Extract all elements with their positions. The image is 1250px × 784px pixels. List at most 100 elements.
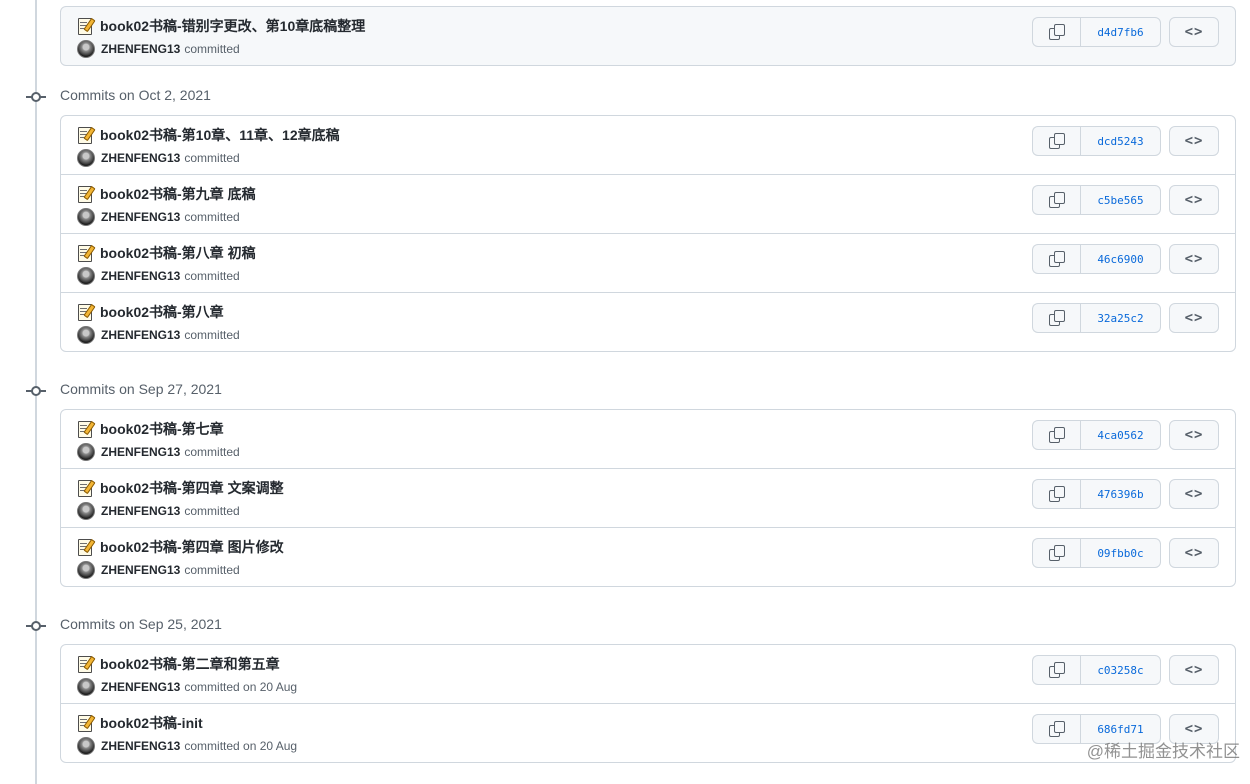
commit-sha-link[interactable]: c5be565 (1080, 185, 1161, 215)
commit-title-link[interactable]: book02书稿-init (100, 713, 203, 733)
author-avatar[interactable] (77, 737, 95, 755)
author-link[interactable]: ZHENFENG13 (101, 739, 180, 753)
committed-time: committed (184, 151, 240, 165)
code-icon: <> (1184, 721, 1204, 737)
commit-sha-link[interactable]: 09fbb0c (1080, 538, 1161, 568)
git-commit-icon (26, 383, 46, 399)
committed-time: committed (184, 504, 240, 518)
commit-group-date: Commits on Sep 27, 2021 (60, 381, 222, 397)
browse-repo-button[interactable]: <> (1169, 185, 1219, 215)
copy-sha-button[interactable] (1032, 420, 1080, 450)
committed-time: committed (184, 269, 240, 283)
commit-sha-link[interactable]: 32a25c2 (1080, 303, 1161, 333)
git-commit-icon (26, 89, 46, 105)
committed-time: committed on 20 Aug (184, 680, 298, 694)
copy-icon (1048, 251, 1065, 267)
author-avatar[interactable] (77, 678, 95, 696)
author-avatar[interactable] (77, 561, 95, 579)
author-avatar[interactable] (77, 267, 95, 285)
committed-time: committed (184, 210, 240, 224)
commit-title-link[interactable]: book02书稿-错别字更改、第10章底稿整理 (100, 16, 365, 36)
copy-icon (1048, 310, 1065, 326)
copy-icon (1048, 486, 1065, 502)
sha-button-group: c03258c (1032, 655, 1161, 685)
author-link[interactable]: ZHENFENG13 (101, 445, 180, 459)
author-link[interactable]: ZHENFENG13 (101, 42, 180, 56)
author-link[interactable]: ZHENFENG13 (101, 680, 180, 694)
committed-time: committed (184, 445, 240, 459)
copy-sha-button[interactable] (1032, 185, 1080, 215)
commit-sha-link[interactable]: c03258c (1080, 655, 1161, 685)
code-icon: <> (1184, 486, 1204, 502)
author-link[interactable]: ZHENFENG13 (101, 504, 180, 518)
sha-button-group: 4ca0562 (1032, 420, 1161, 450)
sha-button-group: 09fbb0c (1032, 538, 1161, 568)
sha-button-group: dcd5243 (1032, 126, 1161, 156)
commit-title-link[interactable]: book02书稿-第四章 图片修改 (100, 537, 284, 557)
code-icon: <> (1184, 192, 1204, 208)
commit-sha-link[interactable]: 46c6900 (1080, 244, 1161, 274)
commit-row: book02书稿-第九章 底稿 ZHENFENG13 committed c5b… (61, 174, 1235, 233)
memo-icon (77, 303, 96, 321)
copy-sha-button[interactable] (1032, 303, 1080, 333)
code-icon: <> (1184, 251, 1204, 267)
sha-button-group: 32a25c2 (1032, 303, 1161, 333)
author-link[interactable]: ZHENFENG13 (101, 210, 180, 224)
browse-repo-button[interactable]: <> (1169, 479, 1219, 509)
sha-button-group: d4d7fb6 (1032, 17, 1161, 47)
commit-list-box: book02书稿-第二章和第五章 ZHENFENG13 committed on… (60, 644, 1236, 763)
memo-icon (77, 185, 96, 203)
commit-title-link[interactable]: book02书稿-第八章 初稿 (100, 243, 256, 263)
commit-list-box: book02书稿-错别字更改、第10章底稿整理 ZHENFENG13 commi… (60, 6, 1236, 66)
browse-repo-button[interactable]: <> (1169, 420, 1219, 450)
code-icon: <> (1184, 310, 1204, 326)
commit-sha-link[interactable]: d4d7fb6 (1080, 17, 1161, 47)
author-avatar[interactable] (77, 502, 95, 520)
author-avatar[interactable] (77, 149, 95, 167)
copy-icon (1048, 427, 1065, 443)
copy-sha-button[interactable] (1032, 126, 1080, 156)
copy-sha-button[interactable] (1032, 17, 1080, 47)
copy-sha-button[interactable] (1032, 244, 1080, 274)
browse-repo-button[interactable]: <> (1169, 303, 1219, 333)
author-link[interactable]: ZHENFENG13 (101, 563, 180, 577)
commit-title-link[interactable]: book02书稿-第九章 底稿 (100, 184, 256, 204)
copy-sha-button[interactable] (1032, 479, 1080, 509)
author-avatar[interactable] (77, 326, 95, 344)
author-avatar[interactable] (77, 208, 95, 226)
browse-repo-button[interactable]: <> (1169, 655, 1219, 685)
commit-row: book02书稿-init ZHENFENG13 committed on 20… (61, 703, 1235, 762)
author-link[interactable]: ZHENFENG13 (101, 269, 180, 283)
browse-repo-button[interactable]: <> (1169, 126, 1219, 156)
copy-sha-button[interactable] (1032, 714, 1080, 744)
commit-row: book02书稿-第10章、11章、12章底稿 ZHENFENG13 commi… (61, 116, 1235, 174)
author-avatar[interactable] (77, 443, 95, 461)
commit-title-link[interactable]: book02书稿-第二章和第五章 (100, 654, 280, 674)
copy-icon (1048, 662, 1065, 678)
code-icon: <> (1184, 545, 1204, 561)
commit-title-link[interactable]: book02书稿-第七章 (100, 419, 224, 439)
author-link[interactable]: ZHENFENG13 (101, 328, 180, 342)
commit-title-link[interactable]: book02书稿-第10章、11章、12章底稿 (100, 125, 340, 145)
commit-title-link[interactable]: book02书稿-第四章 文案调整 (100, 478, 284, 498)
commit-group-date: Commits on Oct 2, 2021 (60, 87, 211, 103)
author-link[interactable]: ZHENFENG13 (101, 151, 180, 165)
browse-repo-button[interactable]: <> (1169, 17, 1219, 47)
commit-title-link[interactable]: book02书稿-第八章 (100, 302, 224, 322)
memo-icon (77, 244, 96, 262)
copy-icon (1048, 192, 1065, 208)
commit-row: book02书稿-第八章 初稿 ZHENFENG13 committed 46c… (61, 233, 1235, 292)
commit-row: book02书稿-错别字更改、第10章底稿整理 ZHENFENG13 commi… (61, 7, 1235, 65)
browse-repo-button[interactable]: <> (1169, 244, 1219, 274)
copy-sha-button[interactable] (1032, 655, 1080, 685)
memo-icon (77, 479, 96, 497)
copy-sha-button[interactable] (1032, 538, 1080, 568)
memo-icon (77, 655, 96, 673)
copy-icon (1048, 545, 1065, 561)
commit-row: book02书稿-第四章 文案调整 ZHENFENG13 committed 4… (61, 468, 1235, 527)
browse-repo-button[interactable]: <> (1169, 538, 1219, 568)
commit-sha-link[interactable]: 476396b (1080, 479, 1161, 509)
commit-sha-link[interactable]: dcd5243 (1080, 126, 1161, 156)
author-avatar[interactable] (77, 40, 95, 58)
commit-sha-link[interactable]: 4ca0562 (1080, 420, 1161, 450)
